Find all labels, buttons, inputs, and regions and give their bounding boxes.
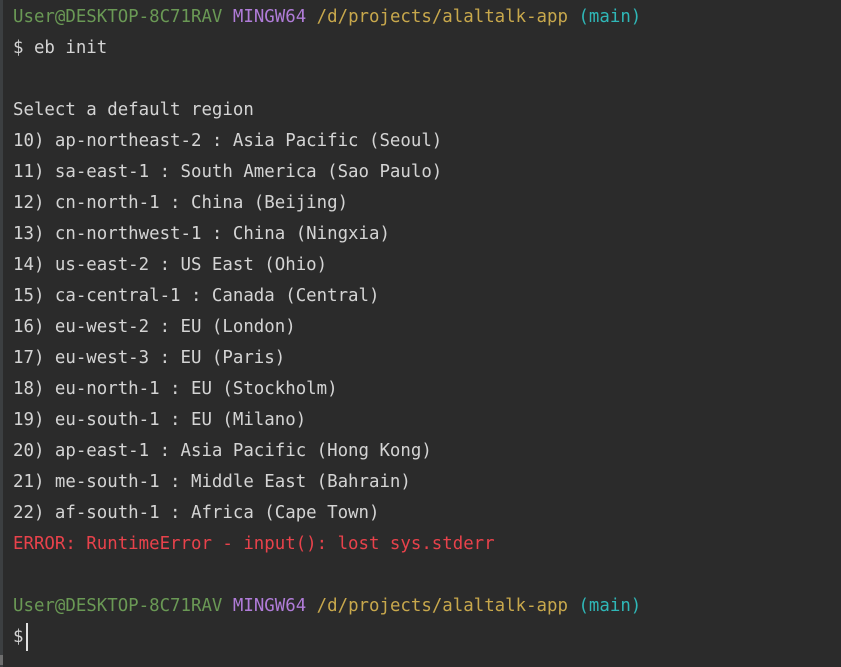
region-option: 19) eu-south-1 : EU (Milano) xyxy=(13,410,307,430)
command-line: $ eb init xyxy=(13,38,108,58)
prompt-branch: (main) xyxy=(578,596,642,616)
error-message: ERROR: RuntimeError - input(): lost sys.… xyxy=(13,534,495,554)
region-option: 16) eu-west-2 : EU (London) xyxy=(13,317,296,337)
region-list: 10) ap-northeast-2 : Asia Pacific (Seoul… xyxy=(13,126,841,529)
select-region-heading: Select a default region xyxy=(13,100,254,120)
prompt-user: User@DESKTOP-8C71RAV xyxy=(13,7,223,27)
input-line[interactable]: $ xyxy=(13,622,841,653)
terminal-window[interactable]: User@DESKTOP-8C71RAV MINGW64 /d/projects… xyxy=(0,0,841,667)
text-cursor xyxy=(26,623,29,651)
region-option: 15) ca-central-1 : Canada (Central) xyxy=(13,286,380,306)
region-option: 18) eu-north-1 : EU (Stockholm) xyxy=(13,379,338,399)
prompt-path: /d/projects/alaltalk-app xyxy=(316,7,568,27)
prompt-system: MINGW64 xyxy=(232,596,307,616)
prompt-user: User@DESKTOP-8C71RAV xyxy=(13,596,223,616)
prompt-branch: (main) xyxy=(578,7,642,27)
region-option: 13) cn-northwest-1 : China (Ningxia) xyxy=(13,224,390,244)
region-option: 12) cn-north-1 : China (Beijing) xyxy=(13,193,349,213)
prompt-symbol: $ xyxy=(13,627,24,647)
region-option: 17) eu-west-3 : EU (Paris) xyxy=(13,348,286,368)
region-option: 21) me-south-1 : Middle East (Bahrain) xyxy=(13,472,411,492)
region-option: 11) sa-east-1 : South America (Sao Paulo… xyxy=(13,162,443,182)
region-option: 10) ap-northeast-2 : Asia Pacific (Seoul… xyxy=(13,131,443,151)
region-option: 14) us-east-2 : US East (Ohio) xyxy=(13,255,328,275)
prompt-line: User@DESKTOP-8C71RAV MINGW64 /d/projects… xyxy=(13,591,841,622)
region-option: 20) ap-east-1 : Asia Pacific (Hong Kong) xyxy=(13,441,432,461)
prompt-system: MINGW64 xyxy=(232,7,307,27)
prompt-path: /d/projects/alaltalk-app xyxy=(316,596,568,616)
region-option: 22) af-south-1 : Africa (Cape Town) xyxy=(13,503,380,523)
prompt-line: User@DESKTOP-8C71RAV MINGW64 /d/projects… xyxy=(13,2,841,33)
terminal-left-gutter xyxy=(0,0,3,667)
